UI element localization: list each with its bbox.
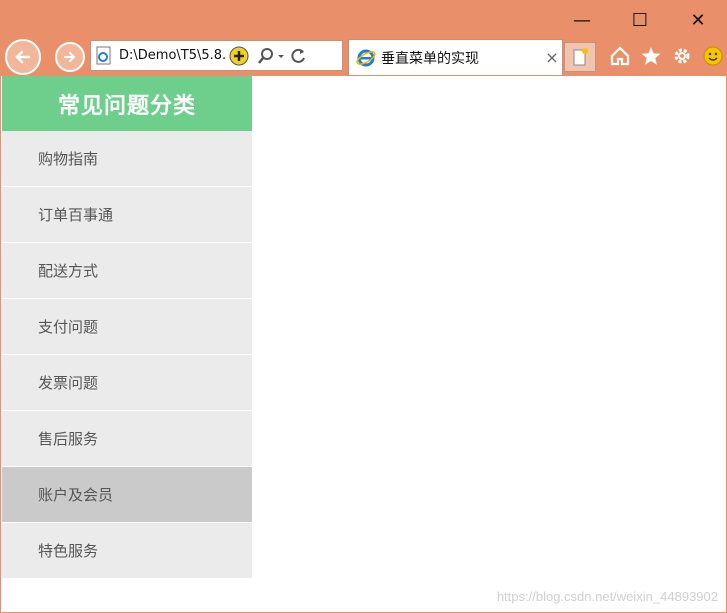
dropdown-icon[interactable] — [276, 46, 286, 66]
new-tab-icon — [573, 48, 588, 66]
menu-item-orders[interactable]: 订单百事通 — [2, 187, 252, 243]
maximize-button[interactable]: ☐ — [611, 0, 669, 40]
refresh-icon[interactable] — [290, 46, 308, 66]
tab-close-button[interactable]: × — [542, 48, 562, 67]
window-controls: — ☐ ✕ — [553, 0, 727, 40]
back-icon — [15, 50, 31, 64]
favorites-button[interactable] — [637, 41, 664, 71]
address-bar[interactable]: D:\Demo\T5\5.8. — [90, 40, 343, 71]
watermark: https://blog.csdn.net/weixin_44893902 — [496, 589, 718, 604]
home-icon — [610, 46, 629, 66]
menu-item-after-sales[interactable]: 售后服务 — [2, 411, 252, 467]
menu-item-payment[interactable]: 支付问题 — [2, 299, 252, 355]
menu-item-invoice[interactable]: 发票问题 — [2, 355, 252, 411]
ie-page-icon — [96, 46, 111, 64]
feedback-button[interactable] — [699, 41, 726, 71]
browser-window: — ☐ ✕ D:\Demo\T5\5.8. 垂直菜单的实现 × 常见问题分类 购… — [0, 0, 727, 613]
forward-button[interactable] — [55, 42, 85, 72]
vertical-menu: 常见问题分类 购物指南 订单百事通 配送方式 支付问题 发票问题 售后服务 账户… — [2, 76, 252, 579]
menu-item-account[interactable]: 账户及会员 — [2, 467, 252, 523]
home-button[interactable] — [606, 41, 633, 71]
gear-icon — [674, 48, 689, 64]
toolbar-icons — [606, 41, 726, 71]
tab-active[interactable]: 垂直菜单的实现 × — [348, 39, 563, 75]
favorites-star-icon — [641, 47, 660, 65]
new-tab-button[interactable] — [564, 42, 596, 72]
menu-title: 常见问题分类 — [2, 76, 252, 131]
menu-item-delivery[interactable]: 配送方式 — [2, 243, 252, 299]
search-icon[interactable] — [256, 46, 276, 66]
add-icon[interactable] — [228, 45, 250, 67]
back-button[interactable] — [5, 39, 41, 75]
ie-logo-icon — [356, 49, 376, 66]
forward-icon — [64, 52, 76, 62]
minimize-button[interactable]: — — [553, 0, 611, 40]
close-button[interactable]: ✕ — [669, 0, 727, 40]
tab-title: 垂直菜单的实现 — [381, 50, 479, 67]
menu-item-shopping-guide[interactable]: 购物指南 — [2, 131, 252, 187]
menu-item-special-services[interactable]: 特色服务 — [2, 523, 252, 579]
address-url: D:\Demo\T5\5.8. — [119, 48, 227, 63]
page-viewport: 常见问题分类 购物指南 订单百事通 配送方式 支付问题 发票问题 售后服务 账户… — [1, 76, 726, 612]
settings-button[interactable] — [668, 41, 695, 71]
navigation-bar: D:\Demo\T5\5.8. 垂直菜单的实现 × — [0, 38, 727, 76]
smiley-icon — [703, 46, 722, 66]
